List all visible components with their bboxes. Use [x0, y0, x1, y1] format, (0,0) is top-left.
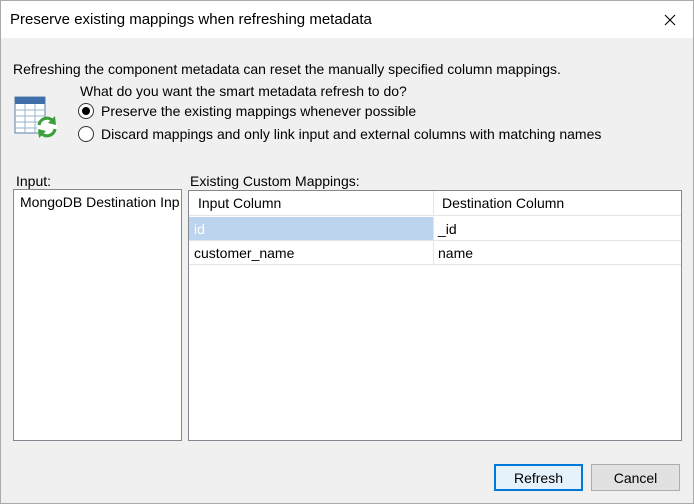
preserve-mappings-radio[interactable] [78, 103, 94, 119]
window-title: Preserve existing mappings when refreshi… [10, 11, 372, 28]
input-list-item[interactable]: MongoDB Destination Inp [20, 194, 180, 210]
close-icon [664, 14, 676, 25]
discard-mappings-label: Discard mappings and only link input and… [101, 126, 602, 142]
cancel-button[interactable]: Cancel [591, 464, 680, 491]
close-button[interactable] [647, 1, 693, 38]
input-list[interactable]: MongoDB Destination Inp [13, 189, 182, 441]
discard-mappings-radio[interactable] [78, 126, 94, 142]
destination-column-header[interactable]: Destination Column [434, 191, 681, 216]
input-label: Input: [16, 173, 52, 189]
question-text: What do you want the smart metadata refr… [80, 83, 407, 99]
preserve-mappings-option[interactable]: Preserve the existing mappings whenever … [78, 103, 416, 119]
title-bar: Preserve existing mappings when refreshi… [0, 0, 694, 38]
grid-header: Input Column Destination Column [189, 191, 681, 216]
refresh-button[interactable]: Refresh [494, 464, 583, 491]
table-row[interactable]: id _id [189, 217, 681, 241]
table-refresh-icon [14, 96, 57, 138]
destination-column-cell[interactable]: name [434, 241, 681, 265]
mappings-grid[interactable]: Input Column Destination Column id _id c… [188, 190, 682, 441]
input-column-cell[interactable]: id [189, 217, 434, 241]
preserve-mappings-label: Preserve the existing mappings whenever … [101, 103, 417, 119]
table-row[interactable]: customer_name name [189, 241, 681, 265]
discard-mappings-option[interactable]: Discard mappings and only link input and… [78, 126, 601, 142]
mappings-label: Existing Custom Mappings: [190, 173, 360, 189]
destination-column-cell[interactable]: _id [434, 217, 681, 241]
input-column-cell[interactable]: customer_name [189, 241, 434, 265]
description-text: Refreshing the component metadata can re… [13, 61, 561, 77]
input-column-header[interactable]: Input Column [189, 191, 434, 216]
